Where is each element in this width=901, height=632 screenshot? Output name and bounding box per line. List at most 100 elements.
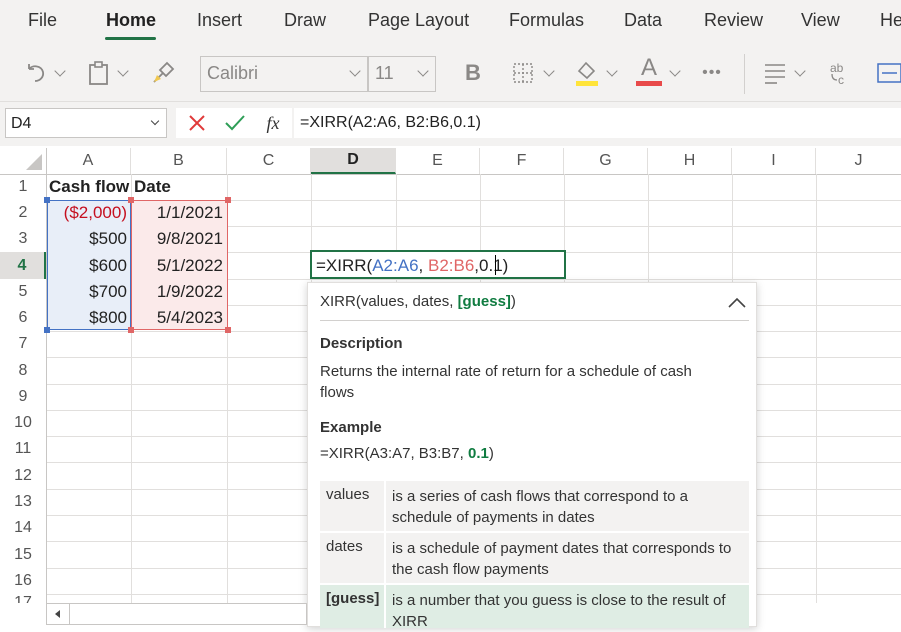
font-size-select[interactable]: 11 <box>368 56 436 92</box>
tab-data[interactable]: Data <box>624 10 662 31</box>
cell-a3[interactable]: $500 <box>47 226 131 252</box>
arg-name: values <box>326 486 370 503</box>
scroll-left-icon[interactable] <box>51 607 65 621</box>
row-header-12[interactable]: 12 <box>0 462 46 489</box>
cell-a1[interactable]: Cash flow <box>49 174 129 200</box>
column-header-a[interactable]: A <box>46 148 131 174</box>
row-header-16[interactable]: 16 <box>0 568 46 594</box>
signature-close: ) <box>510 293 516 310</box>
insert-function-button[interactable]: fx <box>260 110 286 136</box>
column-header-i[interactable]: I <box>732 148 816 174</box>
borders-icon[interactable] <box>508 58 538 88</box>
font-name-value: Calibri <box>207 63 259 83</box>
row-header-7[interactable]: 7 <box>0 331 46 357</box>
function-signature: XIRR(values, dates, [guess]) <box>320 293 749 310</box>
format-painter-icon[interactable] <box>148 58 178 88</box>
paste-icon[interactable] <box>84 58 114 88</box>
formula-input[interactable]: =XIRR(A2:A6, B2:B6,0.1) <box>294 108 901 138</box>
column-header-e[interactable]: E <box>396 148 480 174</box>
cell-b5[interactable]: 1/9/2022 <box>131 279 227 305</box>
column-header-h[interactable]: H <box>648 148 732 174</box>
tab-review[interactable]: Review <box>704 10 763 31</box>
more-options-button[interactable]: ••• <box>696 58 728 88</box>
active-cell-d4[interactable]: =XIRR(A2:A6, B2:B6,0.1) <box>310 250 566 279</box>
signature-guess: [guess] <box>457 293 511 310</box>
cell-a6[interactable]: $800 <box>47 305 131 331</box>
chevron-down-icon <box>349 65 361 77</box>
formula-comma: , <box>418 256 428 275</box>
cell-b3[interactable]: 9/8/2021 <box>131 226 227 252</box>
bold-button[interactable]: B <box>458 58 488 88</box>
signature-fn: XIRR <box>320 293 356 310</box>
row-header-3[interactable]: 3 <box>0 226 46 252</box>
arg-divider <box>384 481 386 531</box>
description-text: Returns the internal rate of return for … <box>320 363 692 401</box>
column-header-d[interactable]: D <box>311 148 396 174</box>
tab-help[interactable]: He <box>880 10 901 31</box>
tab-home[interactable]: Home <box>106 10 156 31</box>
horizontal-scrollbar[interactable] <box>46 603 307 625</box>
column-header-f[interactable]: F <box>480 148 564 174</box>
arg-name: dates <box>326 538 363 555</box>
example-heading: Example <box>320 419 382 436</box>
tab-insert[interactable]: Insert <box>197 10 242 31</box>
row-header-5[interactable]: 5 <box>0 279 46 305</box>
formula-ref-values: A2:A6 <box>372 256 419 275</box>
formula-ref-dates: B2:B6 <box>427 256 475 275</box>
cell-a5[interactable]: $700 <box>47 279 131 305</box>
select-all-corner[interactable] <box>0 148 46 174</box>
wrap-text-icon[interactable]: ab c <box>826 58 856 88</box>
cell-a2[interactable]: ($2,000) <box>47 200 131 226</box>
cell-b1[interactable]: Date <box>134 174 171 200</box>
cell-b6[interactable]: 5/4/2023 <box>131 305 227 331</box>
arg-description: is a schedule of payment dates that corr… <box>392 540 732 578</box>
name-box[interactable]: D4 <box>5 108 167 138</box>
row-header-14[interactable]: 14 <box>0 515 46 541</box>
toolbar-separator <box>744 54 745 94</box>
name-box-value: D4 <box>11 115 32 132</box>
column-header-j[interactable]: J <box>816 148 901 174</box>
font-color-label: A <box>640 54 657 81</box>
row-header-6[interactable]: 6 <box>0 305 46 331</box>
align-icon[interactable] <box>760 58 790 88</box>
cell-b4[interactable]: 5/1/2022 <box>131 252 227 279</box>
tab-draw[interactable]: Draw <box>284 10 326 31</box>
arg-description: is a number that you guess is close to t… <box>392 592 726 630</box>
example-guess: 0.1 <box>468 445 489 462</box>
enter-icon[interactable] <box>222 110 248 136</box>
tab-page-layout[interactable]: Page Layout <box>368 10 469 31</box>
column-header-c[interactable]: C <box>227 148 311 174</box>
font-color-button[interactable]: A <box>634 54 664 88</box>
row-header-13[interactable]: 13 <box>0 489 46 515</box>
formula-fn-part: =XIRR( <box>316 256 373 275</box>
description-heading: Description <box>320 335 403 352</box>
example-prefix: =XIRR(A3:A7, B3:B7, <box>320 445 468 462</box>
fill-color-icon[interactable] <box>572 56 602 88</box>
merge-icon[interactable] <box>876 58 901 88</box>
arg-divider <box>384 585 386 628</box>
font-color-swatch <box>636 81 662 86</box>
arg-row-dates: dates is a schedule of payment dates tha… <box>320 533 749 583</box>
row-header-17[interactable]: 17 <box>0 594 46 603</box>
formula-tail: ,0.1) <box>474 256 509 275</box>
cancel-icon[interactable] <box>184 110 210 136</box>
tab-formulas[interactable]: Formulas <box>509 10 584 31</box>
cell-b2[interactable]: 1/1/2021 <box>131 200 227 226</box>
cell-a4[interactable]: $600 <box>47 252 131 279</box>
row-header-4[interactable]: 4 <box>0 252 46 279</box>
tab-view[interactable]: View <box>801 10 840 31</box>
row-header-1[interactable]: 1 <box>0 174 46 200</box>
row-header-11[interactable]: 11 <box>0 436 46 462</box>
example-text: =XIRR(A3:A7, B3:B7, 0.1) <box>320 445 749 462</box>
row-header-9[interactable]: 9 <box>0 384 46 410</box>
row-header-10[interactable]: 10 <box>0 410 46 436</box>
collapse-icon[interactable] <box>726 293 748 313</box>
tab-file[interactable]: File <box>28 10 57 31</box>
column-header-b[interactable]: B <box>131 148 227 174</box>
row-header-15[interactable]: 15 <box>0 541 46 568</box>
font-name-select[interactable]: Calibri <box>200 56 368 92</box>
column-header-g[interactable]: G <box>564 148 648 174</box>
undo-icon[interactable] <box>20 58 50 88</box>
row-header-2[interactable]: 2 <box>0 200 46 226</box>
row-header-8[interactable]: 8 <box>0 357 46 384</box>
